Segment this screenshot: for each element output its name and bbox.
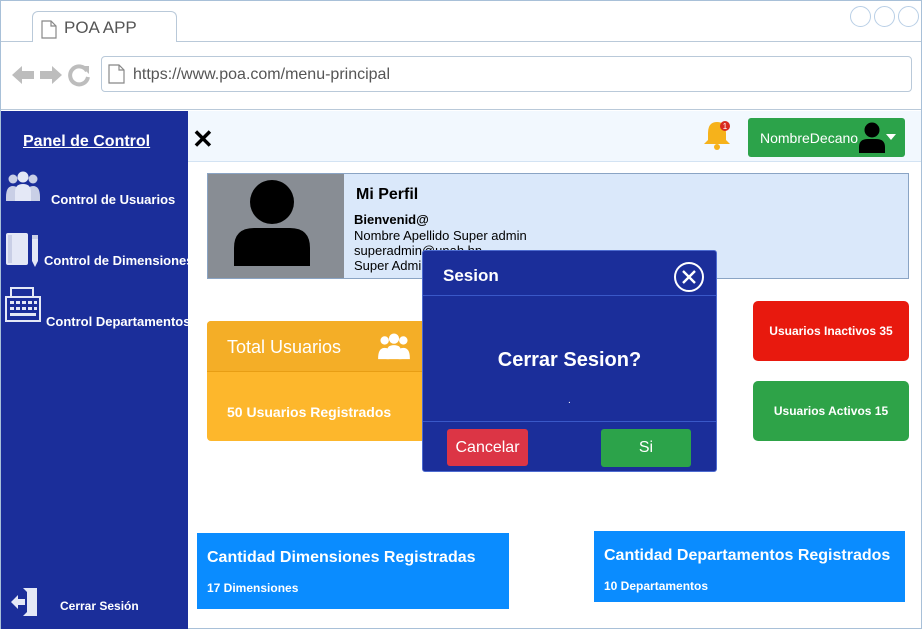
- user-avatar-icon: [234, 180, 310, 266]
- profile-name: Nombre Apellido Super admin: [354, 228, 527, 243]
- sidebar-item-usuarios[interactable]: Control de Usuarios: [1, 171, 188, 211]
- sidebar-item-dimensiones[interactable]: Control de Dimensiones: [1, 231, 194, 274]
- departments-card[interactable]: Cantidad Departamentos Registrados 10 De…: [594, 531, 905, 602]
- close-window-button[interactable]: [898, 6, 919, 27]
- modal-question: Cerrar Sesion?: [497, 349, 642, 371]
- cancel-button[interactable]: Cancelar: [447, 429, 528, 466]
- notification-bell-icon[interactable]: 1: [702, 119, 732, 156]
- main-top-bar: ✕ 1 NombreDecano: [188, 111, 921, 162]
- notebook-icon: [5, 231, 41, 274]
- url-input[interactable]: https://www.poa.com/menu-principal: [101, 56, 912, 92]
- dimensions-card[interactable]: Cantidad Dimensiones Registradas 17 Dime…: [197, 533, 509, 609]
- logout-icon: [9, 587, 41, 622]
- modal-divider: [423, 421, 716, 422]
- keyboard-icon: [5, 287, 41, 328]
- browser-tab[interactable]: POA APP: [32, 11, 177, 43]
- inactive-users-button[interactable]: Usuarios Inactivos 35: [753, 301, 909, 361]
- document-icon: [108, 64, 125, 89]
- sidebar-item-label: Control de Dimensiones: [44, 253, 194, 268]
- tab-title: POA APP: [64, 18, 137, 37]
- modal-header: Sesion: [423, 251, 716, 296]
- departments-title: Cantidad Departamentos Registrados: [604, 547, 891, 564]
- modal-dot: .: [568, 395, 571, 406]
- browser-window: POA APP https://www.poa.com/menu-princip…: [0, 0, 922, 629]
- tab-bar: POA APP: [1, 1, 921, 43]
- reload-icon[interactable]: [67, 63, 91, 92]
- sidebar-item-label: Control de Usuarios: [51, 192, 176, 207]
- modal-title: Sesion: [443, 266, 499, 285]
- url-text: https://www.poa.com/menu-principal: [133, 66, 390, 83]
- chevron-down-icon: [886, 134, 896, 140]
- address-bar-row: https://www.poa.com/menu-principal: [1, 42, 921, 110]
- document-icon: [41, 20, 57, 44]
- dimensions-title: Cantidad Dimensiones Registradas: [207, 549, 476, 566]
- window-controls: [850, 6, 919, 27]
- close-menu-icon[interactable]: ✕: [192, 126, 214, 152]
- profile-photo: [208, 174, 344, 278]
- profile-role: Super Admin: [354, 258, 429, 273]
- departments-count: 10 Departamentos: [604, 579, 709, 593]
- forward-arrow-icon[interactable]: [39, 64, 63, 91]
- notification-count: 1: [723, 122, 728, 131]
- user-menu-button[interactable]: NombreDecano: [748, 118, 905, 157]
- logout-label: Cerrar Sesión: [60, 599, 139, 613]
- sidebar-title[interactable]: Panel de Control: [23, 133, 150, 151]
- close-circle-icon[interactable]: [673, 261, 705, 298]
- sidebar: Panel de Control Control de Usuarios Con…: [1, 111, 194, 629]
- confirm-button[interactable]: Si: [601, 429, 691, 467]
- back-arrow-icon[interactable]: [11, 64, 35, 91]
- logout-modal: Sesion Cerrar Sesion? . Cancelar Si: [422, 250, 717, 472]
- profile-welcome: Bienvenid@: [354, 212, 429, 227]
- user-avatar-icon: [858, 122, 886, 158]
- total-users-count: 50 Usuarios Registrados: [227, 404, 392, 420]
- active-users-button[interactable]: Usuarios Activos 15: [753, 381, 909, 441]
- total-users-card[interactable]: Total Usuarios 50 Usuarios Registrados: [207, 321, 427, 441]
- users-icon: [377, 333, 411, 366]
- minimize-button[interactable]: [850, 6, 871, 27]
- sidebar-item-departamentos[interactable]: Control Departamentos: [1, 287, 191, 329]
- sidebar-item-label: Control Departamentos: [46, 314, 191, 329]
- users-icon: [5, 171, 41, 208]
- total-users-title: Total Usuarios: [227, 337, 342, 357]
- logout-button[interactable]: Cerrar Sesión: [1, 585, 188, 621]
- dimensions-count: 17 Dimensiones: [207, 581, 299, 595]
- maximize-button[interactable]: [874, 6, 895, 27]
- nav-controls: [11, 63, 91, 92]
- user-name: NombreDecano: [760, 130, 859, 146]
- profile-title: Mi Perfil: [356, 186, 419, 203]
